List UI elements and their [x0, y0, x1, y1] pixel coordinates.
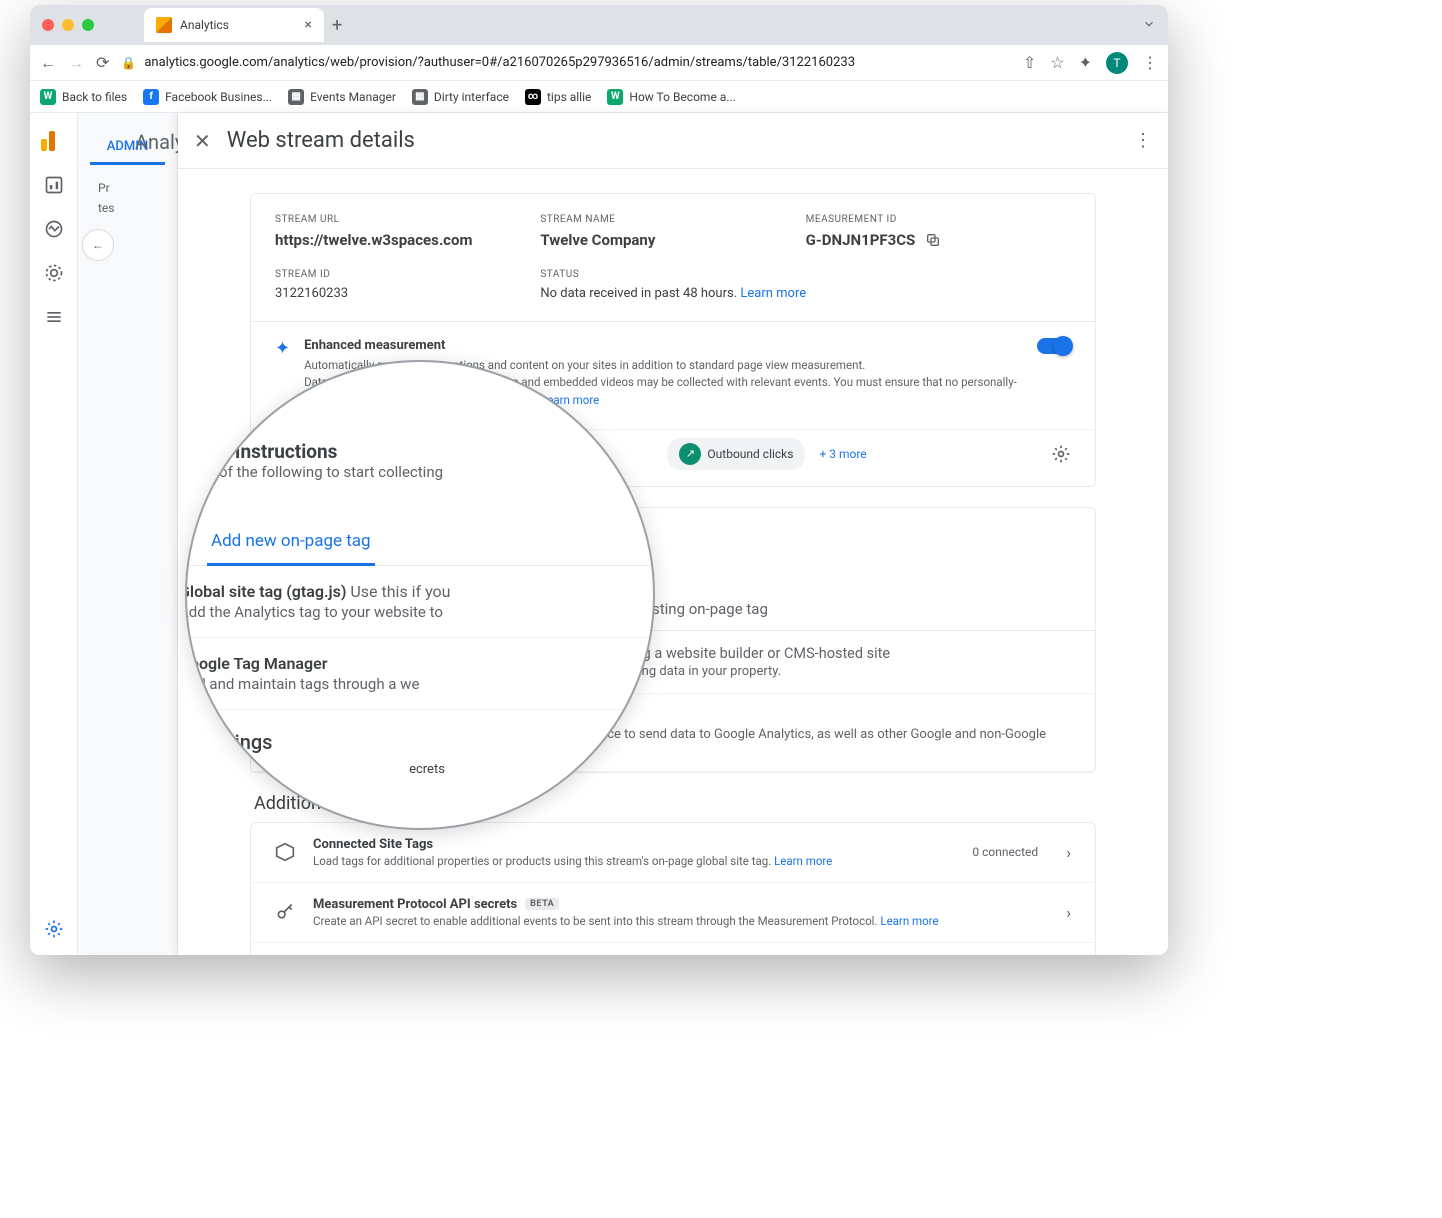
measurement-id-label: MEASUREMENT ID — [806, 214, 1071, 225]
analytics-favicon-icon — [156, 17, 172, 33]
api-learn-link[interactable]: Learn more — [880, 914, 938, 928]
tags-icon — [275, 842, 297, 862]
tab-title: Analytics — [180, 18, 297, 32]
outbound-clicks-chip: ↗ Outbound clicks — [667, 438, 805, 470]
browser-tab[interactable]: Analytics × — [144, 8, 324, 42]
measuring-settings-icon[interactable] — [1051, 444, 1071, 464]
back-button[interactable]: ← — [82, 229, 114, 261]
close-panel-icon[interactable]: ✕ — [194, 129, 211, 153]
api-secrets-fragment: ecrets — [409, 762, 445, 777]
share-icon[interactable]: ⇧ — [1023, 53, 1036, 72]
gtag-subtitle: Add the Analytics tag to your website to — [185, 603, 451, 621]
left-navigation-rail — [30, 113, 78, 955]
close-tab-icon[interactable]: × — [305, 17, 312, 33]
bookmark-icon: W — [40, 89, 56, 105]
tab-strip: Analytics × + — [30, 5, 1168, 45]
window-controls — [42, 19, 94, 31]
beta-badge: BETA — [525, 898, 559, 910]
stream-id: 3122160233 — [275, 286, 540, 301]
url-text: analytics.google.com/analytics/web/provi… — [144, 55, 855, 70]
close-window-icon[interactable] — [42, 19, 54, 31]
connected-learn-link[interactable]: Learn more — [774, 854, 832, 868]
gtm-title: Google Tag Manager — [185, 654, 419, 673]
bookmark-icon: ∞ — [525, 89, 541, 105]
panel-title: Web stream details — [227, 128, 415, 153]
gtag-option[interactable]: ⌄ g Global site tag (gtag.js) Use this i… — [185, 566, 655, 638]
property-label: Pr — [98, 181, 177, 195]
gtag-title: Global site tag (gtag.js) — [185, 582, 346, 601]
gtm-subtitle: Add and maintain tags through a we — [185, 675, 419, 693]
gtm-option[interactable]: ⌄ Google Tag Manager Add and maintain ta… — [185, 638, 655, 710]
admin-gear-icon[interactable] — [44, 919, 64, 939]
status-label: STATUS — [540, 269, 1071, 280]
enhanced-toggle[interactable] — [1037, 338, 1071, 354]
panel-menu-icon[interactable]: ⋮ — [1134, 130, 1152, 151]
configure-icon[interactable] — [44, 307, 64, 327]
tagging-subtitle: Use one of the following to start collec… — [185, 463, 443, 481]
browser-menu-icon[interactable]: ⋮ — [1142, 53, 1158, 72]
bookmark-item[interactable]: WBack to files — [40, 89, 127, 105]
browser-toolbar: ← → ⟳ 🔒 analytics.google.com/analytics/w… — [30, 45, 1168, 81]
minimize-window-icon[interactable] — [62, 19, 74, 31]
additional-settings-heading: ditional Settings — [185, 730, 655, 754]
reload-icon[interactable]: ⟳ — [96, 53, 109, 72]
chevron-right-icon: › — [1066, 903, 1071, 922]
enhanced-title: Enhanced measurement — [304, 338, 1023, 353]
new-tab-button[interactable]: + — [332, 15, 342, 36]
stream-name-label: STREAM NAME — [540, 214, 805, 225]
tabs-dropdown-icon[interactable] — [1142, 16, 1156, 35]
connected-title: Connected Site Tags — [313, 837, 956, 852]
extensions-icon[interactable]: ✦ — [1079, 53, 1092, 72]
api-title: Measurement Protocol API secrets — [313, 897, 517, 912]
realtime-icon[interactable] — [44, 219, 64, 239]
stream-url: https://twelve.w3spaces.com — [275, 231, 540, 249]
address-bar[interactable]: 🔒 analytics.google.com/analytics/web/pro… — [121, 55, 1010, 70]
lock-icon: 🔒 — [121, 56, 136, 70]
bookmark-item[interactable]: ▦Dirty interface — [412, 89, 509, 105]
bookmark-icon: W — [607, 89, 623, 105]
status-learn-more-link[interactable]: Learn more — [740, 286, 806, 301]
tagging-title: Tagging Instructions — [185, 440, 443, 463]
link-out-icon: ↗ — [679, 443, 701, 465]
more-tagging-row[interactable]: More Tagging Settings Configure client-s… — [251, 943, 1095, 955]
explore-icon[interactable] — [44, 263, 64, 283]
gtag-hint: Use this if you — [350, 582, 450, 601]
property-value: tes — [98, 201, 177, 215]
analytics-logo-icon[interactable] — [41, 125, 67, 151]
stream-id-label: STREAM ID — [275, 269, 540, 280]
bookmarks-bar: WBack to files fFacebook Busines... ▦Eve… — [30, 81, 1168, 113]
stream-url-label: STREAM URL — [275, 214, 540, 225]
stream-name: Twelve Company — [540, 231, 805, 249]
tab-add-new-tag[interactable]: Add new on-page tag — [207, 519, 375, 566]
nav-back-icon[interactable]: ← — [40, 53, 56, 73]
bookmark-item[interactable]: ∞tips allie — [525, 89, 591, 105]
bookmark-icon: f — [143, 89, 159, 105]
api-sub: Create an API secret to enable additiona… — [313, 914, 878, 928]
connected-count: 0 connected — [972, 845, 1038, 859]
status-text: No data received in past 48 hours. — [540, 286, 737, 301]
bookmark-icon: ▦ — [412, 89, 428, 105]
api-secrets-row[interactable]: Measurement Protocol API secrets BETA Cre… — [251, 883, 1095, 943]
copy-icon[interactable] — [925, 232, 941, 248]
admin-sidebar: Analytics ADMIN Pr tes ← — [78, 113, 178, 955]
connected-sub: Load tags for additional properties or p… — [313, 854, 771, 868]
nav-forward-icon: → — [68, 53, 84, 73]
connected-site-tags-row[interactable]: Connected Site Tags Load tags for additi… — [251, 823, 1095, 883]
more-events-link[interactable]: + 3 more — [819, 447, 866, 461]
bookmark-item[interactable]: fFacebook Busines... — [143, 89, 272, 105]
measurement-id: G-DNJN1PF3CS — [806, 231, 916, 249]
chevron-right-icon: › — [1066, 843, 1071, 862]
bookmark-item[interactable]: WHow To Become a... — [607, 89, 735, 105]
bookmark-icon: ▦ — [288, 89, 304, 105]
maximize-window-icon[interactable] — [82, 19, 94, 31]
key-icon — [275, 902, 297, 922]
profile-avatar[interactable]: T — [1106, 52, 1128, 74]
reports-icon[interactable] — [44, 175, 64, 195]
panel-header: ✕ Web stream details ⋮ — [178, 113, 1168, 169]
magnifier-overlay: 🔧 Tagging Instructions Use one of the fo… — [185, 360, 655, 830]
star-icon[interactable]: ☆ — [1050, 53, 1064, 72]
bookmark-item[interactable]: ▦Events Manager — [288, 89, 396, 105]
